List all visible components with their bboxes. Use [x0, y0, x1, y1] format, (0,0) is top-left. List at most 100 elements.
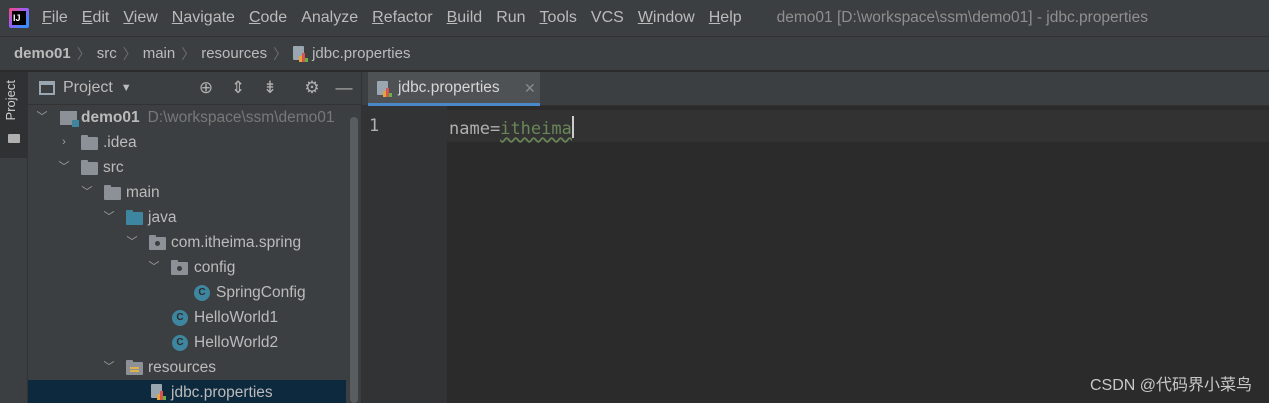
editor-tab-label: jdbc.properties — [398, 79, 500, 96]
chevron-down-icon[interactable]: ﹀ — [58, 155, 70, 180]
minimize-icon[interactable]: — — [333, 77, 355, 99]
properties-file-icon — [377, 81, 392, 97]
folder-icon — [8, 134, 20, 143]
class-icon: C — [172, 335, 188, 351]
project-tree: ﹀ demo01 D:\workspace\ssm\demo01 › .idea … — [28, 105, 346, 403]
tree-item-helloworld1[interactable]: C HelloWorld1 — [28, 305, 346, 330]
chevron-down-icon[interactable]: ﹀ — [103, 355, 115, 380]
close-icon[interactable]: ✕ — [524, 72, 536, 104]
property-key: name — [449, 119, 490, 139]
tool-window-strip: Project — [0, 72, 28, 403]
tree-item-package[interactable]: ﹀ com.itheima.spring — [28, 230, 346, 255]
locate-icon[interactable]: ⊕ — [195, 77, 217, 99]
tree-item-idea[interactable]: › .idea — [28, 130, 346, 155]
tree-item-label: src — [103, 159, 124, 176]
properties-file-icon — [293, 45, 309, 62]
tree-item-label: config — [194, 259, 236, 276]
tree-item-label: SpringConfig — [216, 284, 306, 301]
package-icon — [171, 260, 188, 275]
tree-item-helloworld2[interactable]: C HelloWorld2 — [28, 330, 346, 355]
tree-item-label: HelloWorld1 — [194, 309, 279, 326]
menu-build[interactable]: Build — [440, 0, 490, 36]
chevron-down-icon[interactable]: ﹀ — [36, 105, 48, 130]
collapse-all-icon[interactable]: ⇟ — [259, 77, 281, 99]
app-logo-icon — [9, 8, 29, 28]
package-icon — [149, 235, 166, 250]
chevron-down-icon[interactable]: ▼ — [121, 82, 132, 94]
properties-file-icon — [151, 384, 166, 400]
tree-item-main[interactable]: ﹀ main — [28, 180, 346, 205]
tree-item-jdbc-properties[interactable]: jdbc.properties — [28, 380, 346, 403]
breadcrumb-separator-icon: 〉 — [181, 45, 196, 62]
chevron-down-icon[interactable]: ﹀ — [148, 255, 160, 280]
breadcrumb-item-demo01[interactable]: demo01 — [14, 45, 71, 62]
property-separator: = — [489, 119, 501, 139]
project-tool-tab-label: Project — [3, 80, 18, 121]
menu-help[interactable]: Help — [702, 0, 749, 36]
text-caret — [571, 116, 574, 138]
breadcrumb-item-jdbc-properties[interactable]: jdbc.properties — [312, 45, 410, 62]
breadcrumb-item-resources[interactable]: resources — [201, 45, 267, 62]
breadcrumb-item-main[interactable]: main — [143, 45, 176, 62]
project-panel: Project ▼ ⊕ ⇕ ⇟ ⚙ — ﹀ demo01 D:\workspace… — [28, 72, 362, 403]
breadcrumb-separator-icon: 〉 — [273, 45, 288, 62]
menu-navigate[interactable]: Navigate — [165, 0, 242, 36]
tree-item-java[interactable]: ﹀ java — [28, 205, 346, 230]
property-value: itheima — [500, 119, 572, 139]
tree-item-src[interactable]: ﹀ src — [28, 155, 346, 180]
tree-item-label: jdbc.properties — [171, 384, 273, 401]
menu-run[interactable]: Run — [489, 0, 532, 36]
editor-area: jdbc.properties ✕ 1 name=itheima — [362, 72, 1269, 403]
project-panel-header: Project ▼ ⊕ ⇕ ⇟ ⚙ — — [28, 72, 361, 105]
watermark: CSDN @代码界小菜鸟 — [1089, 377, 1252, 394]
menu-refactor[interactable]: Refactor — [365, 0, 439, 36]
menu-vcs[interactable]: VCS — [584, 0, 631, 36]
module-folder-icon — [60, 111, 79, 127]
source-folder-icon — [126, 210, 143, 225]
tree-item-path: D:\workspace\ssm\demo01 — [147, 109, 335, 126]
chevron-down-icon[interactable]: ﹀ — [81, 180, 93, 205]
menu-analyze[interactable]: Analyze — [294, 0, 365, 36]
folder-icon — [81, 160, 98, 175]
project-tool-tab[interactable]: Project — [0, 72, 27, 158]
tree-item-config[interactable]: ﹀ config — [28, 255, 346, 280]
tree-item-label: HelloWorld2 — [194, 334, 279, 351]
menu-view[interactable]: View — [116, 0, 164, 36]
project-view-selector[interactable]: Project — [63, 79, 113, 97]
code-line[interactable]: name=itheima — [449, 116, 574, 139]
menu-code[interactable]: Code — [242, 0, 294, 36]
expand-all-icon[interactable]: ⇕ — [227, 77, 249, 99]
tree-item-label: com.itheima.spring — [171, 234, 302, 251]
tree-item-resources[interactable]: ﹀ resources — [28, 355, 346, 380]
tree-item-label: main — [126, 184, 160, 201]
tree-item-label: java — [148, 209, 177, 226]
chevron-down-icon[interactable]: ﹀ — [103, 205, 115, 230]
tree-scrollbar[interactable] — [350, 117, 358, 403]
menu-window[interactable]: Window — [631, 0, 702, 36]
chevron-right-icon[interactable]: › — [58, 130, 70, 155]
breadcrumb: demo01 〉 src 〉 main 〉 resources 〉 jdbc.p… — [0, 36, 1269, 71]
breadcrumb-item-src[interactable]: src — [97, 45, 117, 62]
gear-icon[interactable]: ⚙ — [301, 77, 323, 99]
resources-folder-icon — [126, 360, 143, 375]
chevron-down-icon[interactable]: ﹀ — [126, 230, 138, 255]
tree-item-label: .idea — [103, 134, 137, 151]
breadcrumb-separator-icon: 〉 — [76, 45, 91, 62]
menu-edit[interactable]: Edit — [75, 0, 117, 36]
line-number: 1 — [369, 116, 380, 136]
menu-tools[interactable]: Tools — [533, 0, 584, 36]
window-title: demo01 [D:\workspace\ssm\demo01] - jdbc.… — [776, 9, 1148, 26]
editor-gutter: 1 — [362, 106, 447, 403]
editor-tab-bar: jdbc.properties ✕ — [362, 72, 1269, 106]
tree-item-demo01[interactable]: ﹀ demo01 D:\workspace\ssm\demo01 — [28, 105, 346, 130]
class-icon: C — [194, 285, 210, 301]
project-view-icon — [39, 81, 55, 95]
menu-file[interactable]: File — [35, 0, 75, 36]
tree-item-springconfig[interactable]: C SpringConfig — [28, 280, 346, 305]
editor-tab-jdbc-properties[interactable]: jdbc.properties ✕ — [368, 72, 540, 106]
breadcrumb-separator-icon: 〉 — [122, 45, 137, 62]
tree-item-label: resources — [148, 359, 217, 376]
menu-bar: File Edit View Navigate Code Analyze Ref… — [0, 0, 1269, 36]
class-icon: C — [172, 310, 188, 326]
folder-icon — [104, 185, 121, 200]
